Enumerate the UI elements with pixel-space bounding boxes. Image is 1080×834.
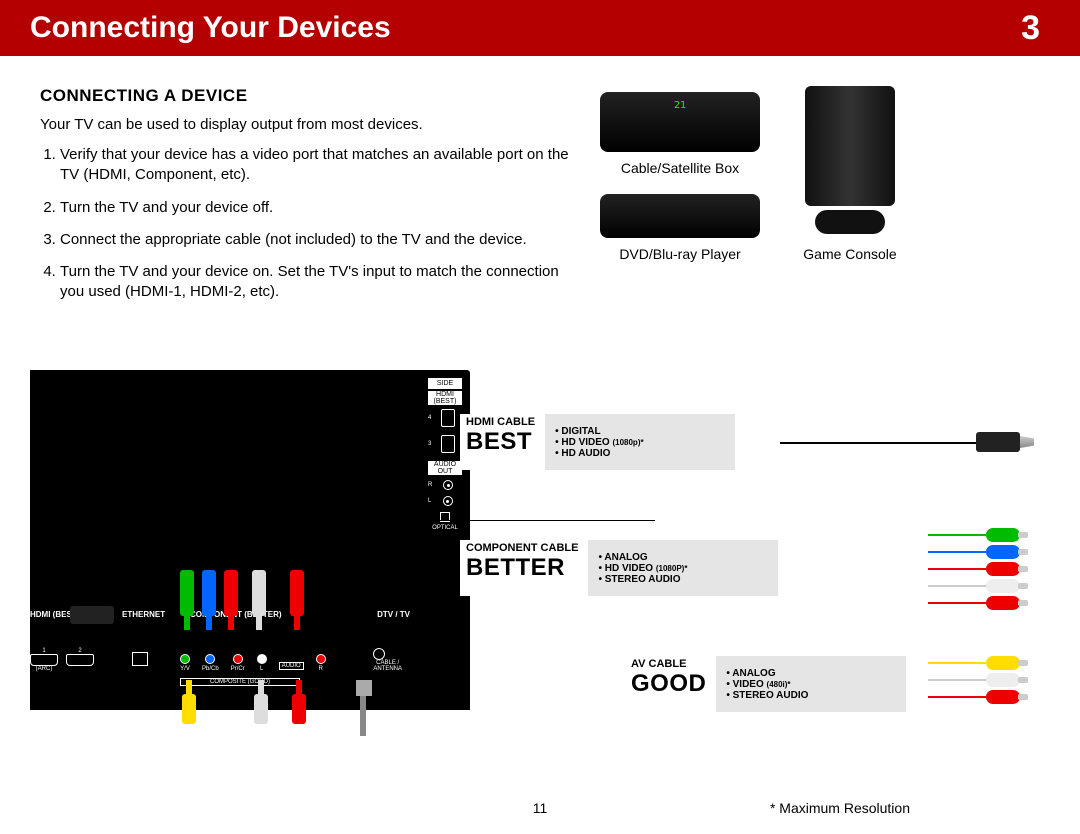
plug-pr [224,570,238,630]
best-feat1: DIGITAL [555,426,725,437]
plug-composite-r [292,680,306,724]
audio-out-label: AUDIO [428,461,462,468]
dtv-title: DTV / TV [377,610,410,619]
chapter-number: 3 [1021,9,1040,48]
plug-al [252,570,266,630]
best-feat3: HD AUDIO [555,448,725,459]
best-feat2: HD VIDEO (1080p)* [555,437,725,448]
section-title: CONNECTING A DEVICE [40,86,600,106]
arc-label: (ARC) [30,666,58,672]
steps-list: Verify that your device has a video port… [60,145,600,303]
best-rank: BEST [466,428,535,456]
side-title: SIDE [428,378,462,389]
side-port-strip: SIDE HDMI (BEST) 4 3 AUDIO OUT R [428,378,462,531]
cable-box: 21 Cable/Satellite Box [600,92,760,176]
side-hdmi-label: HDMI [428,391,462,398]
step-1: Verify that your device has a video port… [60,145,600,186]
pb-label: Pb/Cb [202,666,219,672]
audio-r-label: R [428,482,432,488]
cable-box-label: Cable/Satellite Box [621,160,739,176]
step-4: Turn the TV and your device on. Set the … [60,262,600,303]
better-feat2: HD VIDEO (1080P)* [598,563,768,574]
chapter-header: Connecting Your Devices 3 [0,0,1080,56]
component-pr [233,654,243,664]
footnote: * Maximum Resolution [770,800,910,816]
coax-plug [356,680,370,736]
good-feat2: VIDEO (480i)* [726,679,896,690]
plug-y [180,570,194,630]
dvd-label: DVD/Blu-ray Player [619,246,740,262]
best-cable: HDMI CABLE [466,416,535,428]
better-feat3: STEREO AUDIO [598,574,768,585]
cable-box-image: 21 [600,92,760,152]
plug-pb [202,570,216,630]
good-cable: AV CABLE [631,658,706,670]
audio-out-r [443,480,453,490]
plug-composite-l [254,680,268,724]
coax-port [373,648,385,660]
callout-good: AV CABLE GOOD ANALOG VIDEO (480i)* STERE… [625,656,925,712]
optical-label: OPTICAL [428,525,462,531]
audio-l2-label: L [257,666,267,672]
audio-r2-label: R [316,666,326,672]
pr-label: Pr/Cr [231,666,245,672]
console-label: Game Console [803,246,896,262]
plug-ar [290,570,304,630]
ethernet-title: ETHERNET [122,610,165,619]
y-label: Y/V [180,666,190,672]
page-number: 11 [533,800,548,816]
good-feat3: STEREO AUDIO [726,690,896,701]
console-image [790,86,910,246]
component-pb [205,654,215,664]
audio-label: AUDIO [279,662,304,670]
hdmi-port-2 [66,654,94,666]
connection-diagram: SIDE HDMI (BEST) 4 3 AUDIO OUT R [30,370,1050,820]
dvd-image [600,194,760,238]
callout-better: COMPONENT CABLE BETTER ANALOG HD VIDEO (… [460,540,800,596]
plug-composite-v [182,680,196,724]
cable-box-display: 21 [674,100,686,111]
ethernet-port [132,652,148,666]
better-rank: BETTER [466,554,578,582]
av-cable-ends [928,656,1020,704]
hdmi-cable-end [976,432,1020,452]
instructions-column: CONNECTING A DEVICE Your TV can be used … [40,86,600,315]
coax-label2: ANTENNA [373,666,402,672]
chapter-title: Connecting Your Devices [30,11,391,45]
audio-out-l [443,496,453,506]
good-feat1: ANALOG [726,668,896,679]
step-2: Turn the TV and your device off. [60,198,600,218]
audio-r-port [316,654,326,664]
audio-out-label2: OUT [428,468,462,475]
side-hdmi-sub: (BEST) [428,398,462,405]
game-console: Game Console [790,86,910,262]
tv-back-panel: SIDE HDMI (BEST) 4 3 AUDIO OUT R [30,370,470,710]
component-y [180,654,190,664]
hdmi-port-1 [30,654,58,666]
better-feat1: ANALOG [598,552,768,563]
composite-sub: COMPOSITE (GOOD) [180,678,300,686]
audio-l-label: L [428,498,431,504]
section-intro: Your TV can be used to display output fr… [40,116,600,133]
hdmi-port-3 [441,435,455,453]
rear-port-rail: HDMI (BEST) 1 (ARC) 2 ETHERNET [30,624,410,672]
step-3: Connect the appropriate cable (not inclu… [60,230,600,250]
audio-l-port [257,654,267,664]
better-cable: COMPONENT CABLE [466,542,578,554]
hdmi3-num: 3 [428,441,431,447]
good-rank: GOOD [631,670,706,698]
hdmi-plug-rear [70,606,84,624]
devices-column: 21 Cable/Satellite Box DVD/Blu-ray Playe… [600,86,1040,315]
component-cable-ends [928,528,1020,610]
hdmi-port-4 [441,409,455,427]
callout-best: HDMI CABLE BEST DIGITAL HD VIDEO (1080p)… [460,414,780,470]
hdmi4-num: 4 [428,415,431,421]
dvd-player: DVD/Blu-ray Player [600,194,760,262]
